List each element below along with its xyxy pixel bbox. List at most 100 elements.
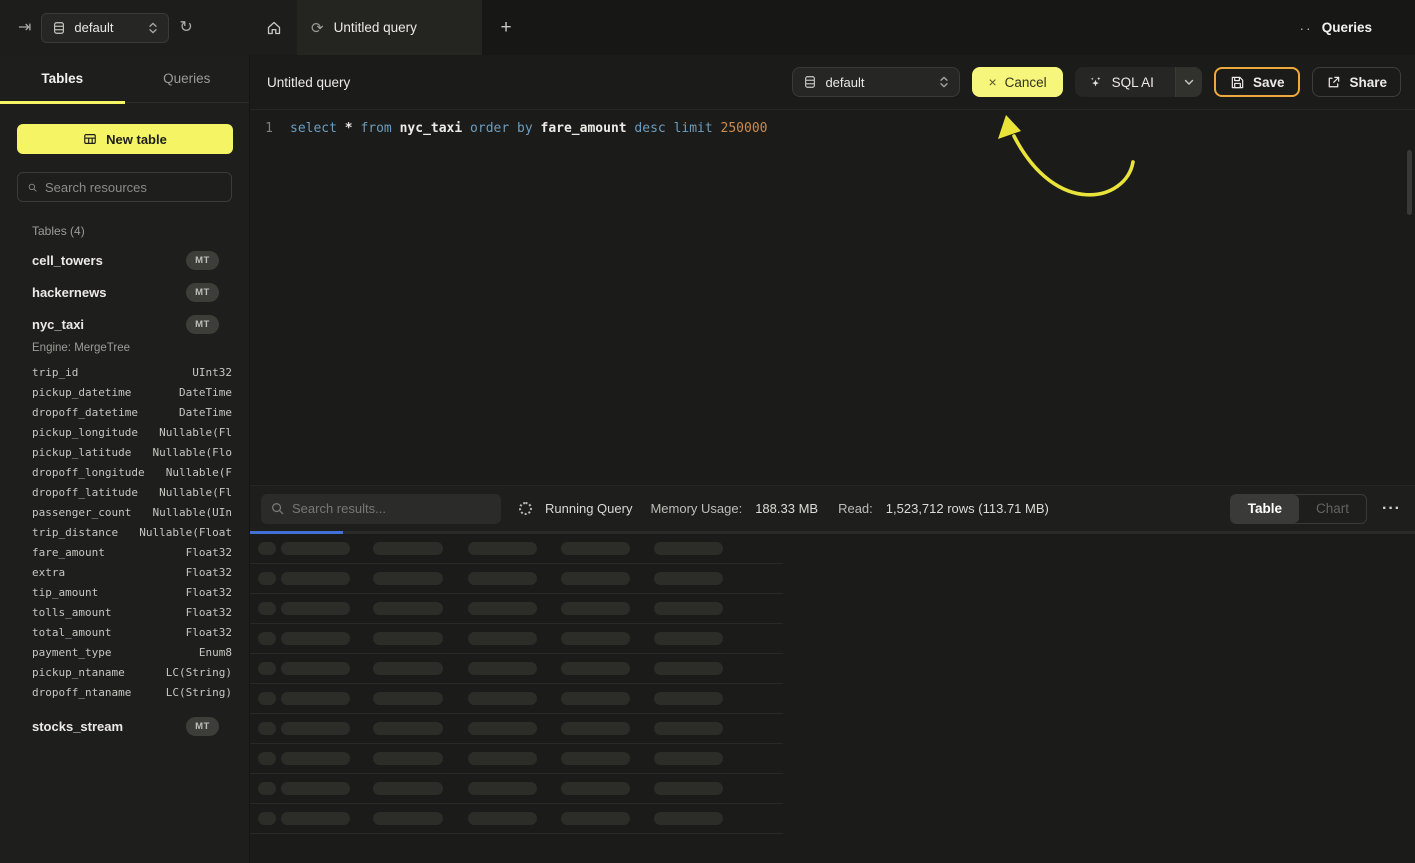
table-grid-icon (83, 132, 97, 146)
table-item-nyc-taxi[interactable]: nyc_taxi MT (0, 308, 249, 340)
table-item-hackernews[interactable]: hackernews MT (0, 276, 249, 308)
table-item-cell-towers[interactable]: cell_towers MT (0, 244, 249, 276)
column-type: DateTime (179, 406, 232, 419)
skeleton-row (250, 774, 783, 804)
skeleton-cell (373, 692, 443, 705)
skeleton-cell (258, 782, 276, 795)
sql-token: limit (674, 121, 713, 136)
query-header: Untitled query default × Cancel SQL AI (250, 55, 1415, 110)
skeleton-cell (468, 602, 537, 615)
topbar-left: ⇥ default ↻ (0, 0, 250, 55)
skeleton-cell (654, 572, 723, 585)
more-options-icon[interactable]: ··· (1382, 504, 1401, 514)
column-name: dropoff_latitude (32, 486, 159, 499)
column-name: trip_distance (32, 526, 139, 539)
toggle-table[interactable]: Table (1231, 495, 1299, 523)
column-name: pickup_latitude (32, 446, 153, 459)
column-row: extraFloat32 (0, 562, 249, 582)
column-name: total_amount (32, 626, 186, 639)
tab-label: Untitled query (334, 20, 417, 35)
read-value: 1,523,712 rows (113.71 MB) (886, 501, 1049, 516)
skeleton-cell (468, 572, 537, 585)
query-database-selector[interactable]: default (792, 67, 960, 97)
table-name: nyc_taxi (32, 317, 186, 332)
sql-ai-dropdown[interactable] (1175, 67, 1202, 97)
skeleton-cell (654, 632, 723, 645)
results-search (261, 494, 501, 524)
column-type: Nullable(F (166, 466, 232, 479)
sql-ai-button[interactable]: SQL AI (1075, 67, 1202, 97)
skeleton-cell (468, 782, 537, 795)
skeleton-cell (561, 812, 630, 825)
skeleton-cell (561, 602, 630, 615)
results-panel: Running Query Memory Usage: 188.33 MB Re… (250, 485, 1415, 863)
sql-token: by (517, 121, 533, 136)
skeleton-cell (258, 632, 276, 645)
skeleton-cell (258, 542, 276, 555)
column-type: LC(String) (166, 666, 232, 679)
query-title: Untitled query (267, 75, 350, 90)
column-list: trip_idUInt32pickup_datetimeDateTimedrop… (0, 362, 249, 702)
table-name: stocks_stream (32, 719, 186, 734)
skeleton-cell (281, 632, 350, 645)
table-item-stocks-stream[interactable]: stocks_stream MT (0, 710, 249, 742)
results-search-input[interactable] (292, 501, 491, 516)
skeleton-cell (654, 752, 723, 765)
refresh-icon[interactable]: ↻ (179, 20, 192, 36)
sql-token: from (360, 121, 391, 136)
new-tab-button[interactable]: + (482, 0, 530, 55)
sidebar-tab-queries-label: Queries (163, 71, 210, 86)
column-name: dropoff_ntaname (32, 686, 166, 699)
database-icon (52, 21, 66, 35)
queries-link[interactable]: Queries (1322, 20, 1372, 35)
collapse-sidebar-icon[interactable]: ⇥ (18, 20, 31, 36)
skeleton-cell (373, 602, 443, 615)
skeleton-cell (373, 572, 443, 585)
column-type: LC(String) (166, 686, 232, 699)
search-icon (271, 502, 284, 515)
new-table-label: New table (106, 132, 167, 147)
topbar-right: ·· Queries (1299, 0, 1415, 55)
editor-scrollbar-thumb[interactable] (1407, 150, 1412, 215)
save-button[interactable]: Save (1214, 67, 1301, 97)
new-table-button[interactable]: New table (17, 124, 233, 154)
skeleton-cell (258, 692, 276, 705)
sql-token: order (470, 121, 509, 136)
skeleton-cell (258, 602, 276, 615)
home-tab[interactable] (250, 0, 297, 55)
memory-usage-value: 188.33 MB (755, 501, 818, 516)
chevron-updown-icon (148, 22, 158, 34)
sql-code: select * from nyc_taxi order by fare_amo… (290, 120, 768, 138)
sidebar: Tables Queries New table Tables (4) cell… (0, 55, 250, 863)
skeleton-cell (468, 542, 537, 555)
query-database-value: default (825, 75, 931, 90)
skeleton-cell (654, 782, 723, 795)
share-button[interactable]: Share (1312, 67, 1401, 97)
skeleton-cell (373, 812, 443, 825)
chevron-updown-icon (939, 76, 949, 88)
sql-editor[interactable]: 1 select * from nyc_taxi order by fare_a… (250, 110, 1415, 484)
sidebar-search-input[interactable] (45, 180, 221, 195)
skeleton-cell (373, 662, 443, 675)
share-label: Share (1349, 75, 1387, 90)
column-type: Enum8 (199, 646, 232, 659)
skeleton-cell (258, 752, 276, 765)
sql-ai-main[interactable]: SQL AI (1075, 67, 1167, 97)
column-row: tip_amountFloat32 (0, 582, 249, 602)
toggle-chart[interactable]: Chart (1299, 495, 1366, 523)
skeleton-cell (258, 812, 276, 825)
skeleton-cell (561, 542, 630, 555)
topbar-database-value: default (74, 20, 140, 35)
column-row: dropoff_ntanameLC(String) (0, 682, 249, 702)
sidebar-tab-tables[interactable]: Tables (0, 55, 125, 102)
skeleton-cell (373, 542, 443, 555)
query-tab[interactable]: ⟳ Untitled query (297, 0, 482, 55)
column-name: fare_amount (32, 546, 186, 559)
cancel-button[interactable]: × Cancel (972, 67, 1062, 97)
read-label: Read: (838, 501, 873, 516)
skeleton-cell (654, 542, 723, 555)
tables-section-label: Tables (4) (32, 224, 249, 238)
topbar-database-selector[interactable]: default (41, 13, 169, 43)
skeleton-cell (373, 752, 443, 765)
sidebar-tab-queries[interactable]: Queries (125, 55, 250, 102)
